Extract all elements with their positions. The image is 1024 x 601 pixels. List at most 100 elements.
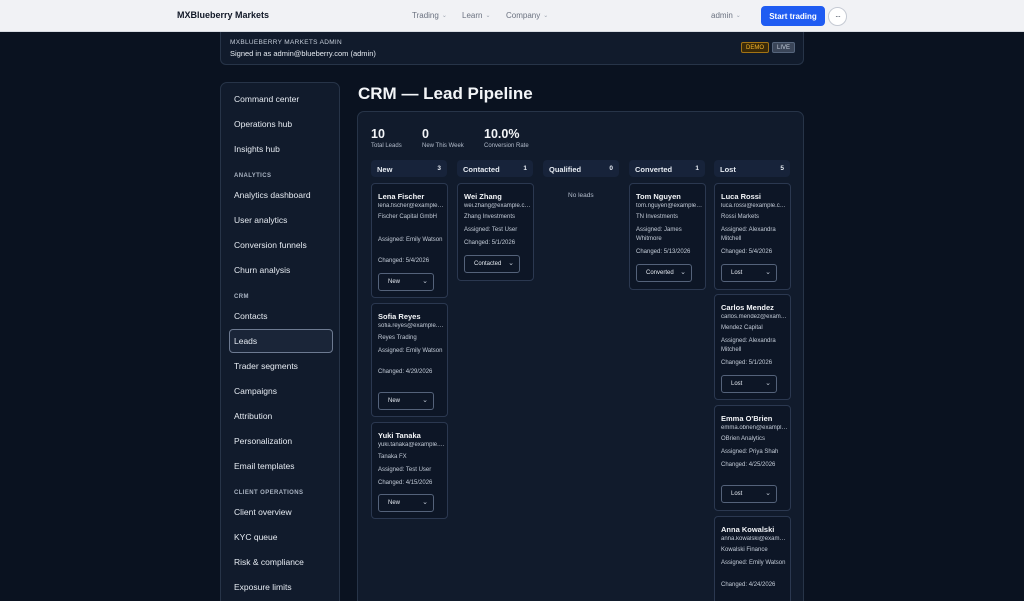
- nav-company-label: Company: [506, 11, 541, 20]
- lead-changed: Changed: 5/1/2026: [464, 240, 516, 246]
- sidebar-item-contacts[interactable]: Contacts: [234, 311, 268, 321]
- chevron-down-icon: ⌄: [441, 13, 447, 19]
- banner-kicker: MXBLUEBERRY MARKETS ADMIN: [230, 39, 343, 46]
- lead-assigned: Assigned: Alexandra Mitchell: [721, 338, 776, 353]
- sidebar-item-churn-analysis[interactable]: Churn analysis: [234, 265, 290, 275]
- stage-select-value: Lost: [731, 381, 743, 387]
- sidebar-section-client-operations: CLIENT OPERATIONS: [234, 490, 304, 496]
- sidebar-section-crm: CRM: [234, 294, 249, 300]
- lead-company: Rossi Markets: [721, 214, 760, 220]
- page-title: CRM — Lead Pipeline: [358, 84, 533, 103]
- stage-select-value: New: [388, 398, 401, 404]
- sidebar-item-analytics-dashboard[interactable]: Analytics dashboard: [234, 190, 311, 200]
- sidebar-item-leads[interactable]: Leads: [234, 336, 257, 346]
- sidebar-item-client-overview[interactable]: Client overview: [234, 507, 292, 517]
- chevron-down-icon: ⌄: [765, 490, 771, 497]
- lead-email: wei.zhang@example.com: [464, 203, 531, 209]
- stage-select-value: Contacted: [474, 261, 502, 267]
- lead-assigned: Assigned: James Whitmore: [636, 227, 682, 242]
- stage-select[interactable]: Contacted ⌄: [464, 255, 520, 273]
- sidebar-item-insights-hub[interactable]: Insights hub: [234, 144, 280, 154]
- stage-select-value: Lost: [731, 491, 743, 497]
- column-count: 5: [780, 165, 784, 172]
- column-header-contacted: Contacted 1: [457, 160, 533, 177]
- lead-changed: Changed: 5/4/2026: [378, 258, 430, 264]
- sidebar-item-operations-hub[interactable]: Operations hub: [234, 119, 292, 129]
- lead-card[interactable]: Carlos Mendez carlos.mendez@example.com …: [714, 294, 791, 400]
- lead-card[interactable]: Yuki Tanaka yuki.tanaka@example.com Tana…: [371, 422, 448, 519]
- stage-select[interactable]: Converted ⌄: [636, 264, 692, 282]
- lead-card[interactable]: Anna Kowalski anna.kowalski@example.com …: [714, 516, 791, 601]
- lead-card[interactable]: Tom Nguyen tom.nguyen@example.com TN Inv…: [629, 183, 706, 290]
- stage-select[interactable]: New ⌄: [378, 392, 434, 410]
- sidebar-item-email-templates[interactable]: Email templates: [234, 461, 294, 471]
- stage-select[interactable]: Lost ⌄: [721, 264, 777, 282]
- sidebar-item-trader-segments[interactable]: Trader segments: [234, 361, 298, 371]
- chevron-down-icon: ⌄: [735, 13, 741, 19]
- lead-changed: Changed: 4/29/2026: [378, 369, 433, 375]
- lead-assigned: Assigned: Emily Watson: [378, 237, 443, 243]
- lead-card[interactable]: Sofia Reyes sofia.reyes@example.com Reye…: [371, 303, 448, 417]
- lead-assigned: Assigned: Emily Watson: [721, 560, 786, 566]
- stat-new-this-week-value: 0: [422, 127, 429, 141]
- lead-card[interactable]: Emma O'Brien emma.obrien@example.com OBr…: [714, 405, 791, 511]
- column-count: 0: [609, 165, 613, 172]
- stage-select[interactable]: New ⌄: [378, 494, 434, 512]
- stage-select-value: New: [388, 279, 401, 285]
- nav-trading[interactable]: Trading ⌄: [412, 11, 447, 20]
- column-title: New: [377, 165, 393, 174]
- sidebar-item-command-center[interactable]: Command center: [234, 94, 299, 104]
- brand-logo-text[interactable]: MXBlueberry Markets: [177, 10, 269, 20]
- admin-menu[interactable]: admin ⌄: [711, 11, 741, 20]
- lead-company: OBrien Analytics: [721, 436, 766, 442]
- sidebar-item-attribution[interactable]: Attribution: [234, 411, 272, 421]
- sidebar-item-exposure-limits[interactable]: Exposure limits: [234, 582, 292, 592]
- lead-company: Kowalski Finance: [721, 547, 768, 553]
- sidebar-item-personalization[interactable]: Personalization: [234, 436, 292, 446]
- lead-email: emma.obrien@example.com: [721, 425, 788, 431]
- demo-badge[interactable]: DEMO: [741, 42, 769, 53]
- stat-total-leads-value: 10: [371, 127, 385, 141]
- stage-select[interactable]: Lost ⌄: [721, 375, 777, 393]
- lead-assigned: Assigned: Test User: [464, 227, 518, 233]
- lead-email: carlos.mendez@example.com: [721, 314, 788, 320]
- nav-company[interactable]: Company ⌄: [506, 11, 548, 20]
- sidebar-item-campaigns[interactable]: Campaigns: [234, 386, 277, 396]
- lead-assigned: Assigned: Priya Shah: [721, 449, 779, 455]
- lead-card[interactable]: Lena Fischer lena.fischer@example.com Fi…: [371, 183, 448, 298]
- stage-select-value: Lost: [731, 270, 743, 276]
- sidebar-item-conversion-funnels[interactable]: Conversion funnels: [234, 240, 307, 250]
- stat-conversion-rate-value: 10.0%: [484, 127, 520, 141]
- chevron-down-icon: ⌄: [680, 269, 686, 276]
- chevron-down-icon: ⌄: [485, 13, 491, 19]
- stage-select-value: Converted: [646, 270, 674, 276]
- live-badge[interactable]: LIVE: [772, 42, 796, 53]
- lead-email: anna.kowalski@example.com: [721, 536, 788, 542]
- lead-name: Emma O'Brien: [721, 414, 773, 423]
- lead-card[interactable]: Wei Zhang wei.zhang@example.com Zhang In…: [457, 183, 534, 281]
- sidebar-item-risk-compliance[interactable]: Risk & compliance: [234, 557, 304, 567]
- lead-email: yuki.tanaka@example.com: [378, 442, 445, 448]
- chevron-down-icon: ⌄: [543, 13, 549, 19]
- chevron-down-icon: ⌄: [765, 380, 771, 387]
- stage-select[interactable]: Lost ⌄: [721, 485, 777, 503]
- lead-changed: Changed: 5/4/2026: [721, 249, 773, 255]
- column-header-qualified: Qualified 0: [543, 160, 619, 177]
- column-title: Qualified: [549, 165, 582, 174]
- sidebar-item-kyc-queue[interactable]: KYC queue: [234, 532, 277, 542]
- stage-select-value: New: [388, 500, 401, 506]
- lead-email: lena.fischer@example.com: [378, 203, 445, 209]
- column-header-lost: Lost 5: [714, 160, 790, 177]
- start-trading-button[interactable]: Start trading: [761, 6, 825, 26]
- stage-select[interactable]: New ⌄: [378, 273, 434, 291]
- sidebar-item-user-analytics[interactable]: User analytics: [234, 215, 287, 225]
- lead-email: tom.nguyen@example.com: [636, 203, 703, 209]
- lead-card[interactable]: Luca Rossi luca.rossi@example.com Rossi …: [714, 183, 791, 290]
- lead-company: Fischer Capital GmbH: [378, 214, 438, 220]
- lead-assigned: Assigned: Alexandra Mitchell: [721, 227, 776, 242]
- more-options-icon[interactable]: ···: [828, 7, 847, 26]
- chevron-down-icon: ⌄: [508, 260, 514, 267]
- lead-name: Sofia Reyes: [378, 312, 421, 321]
- nav-learn[interactable]: Learn ⌄: [462, 11, 491, 20]
- sidebar: Command center Operations hub Insights h…: [220, 82, 340, 601]
